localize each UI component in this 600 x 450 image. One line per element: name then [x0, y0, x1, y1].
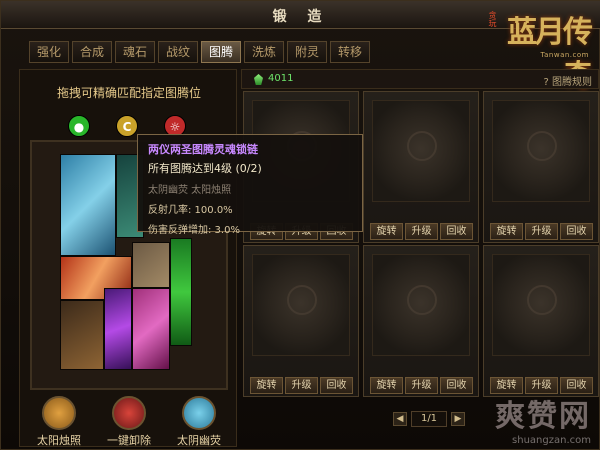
earth-totem-piece[interactable] [132, 242, 170, 288]
magenta-totem-piece[interactable] [132, 288, 170, 370]
recycle-button[interactable]: 回收 [440, 223, 473, 240]
tab-zhanwen[interactable]: 战纹 [158, 41, 198, 63]
crystal-count: 4011 [268, 73, 294, 84]
blue-totem-piece[interactable] [60, 154, 116, 256]
logo-url: Tanwan.com [540, 51, 589, 59]
rotate-button[interactable]: 旋转 [250, 377, 283, 394]
tab-zhuanyi[interactable]: 转移 [330, 41, 370, 63]
tab-qianghua[interactable]: 强化 [29, 41, 69, 63]
tooltip-requirement: 所有图腾达到4级 (0/2) [148, 162, 262, 175]
tab-bar: 强化 合成 魂石 战纹 图腾 洗炼 附灵 转移 [29, 41, 370, 63]
purple-totem-piece[interactable] [104, 288, 132, 370]
forge-window: 锻 造 贪玩 蓝月传奇 Tanwan.com 强化 合成 魂石 战纹 图腾 洗炼… [0, 0, 600, 450]
tooltip-stat-reflect: 反射几率: 100.0% [148, 205, 233, 216]
recycle-button[interactable]: 回收 [320, 377, 353, 394]
watermark-title: 爽赞网 [495, 399, 591, 434]
rotate-button[interactable]: 旋转 [490, 223, 523, 240]
tooltip-stat-damage: 伤害反弹增加: 3.0% [148, 225, 240, 236]
tab-hecheng[interactable]: 合成 [72, 41, 112, 63]
totem-slot[interactable]: 旋转 升级 回收 [363, 91, 479, 243]
remove-all-button[interactable]: 一键卸除 [102, 396, 156, 448]
pager: ◀ 1/1 ▶ [393, 411, 465, 427]
tab-xilian[interactable]: 洗炼 [244, 41, 284, 63]
resource-bar: 4011 ? 图腾规则 [241, 69, 599, 89]
sun-icon [42, 396, 76, 430]
skull-icon [407, 131, 437, 161]
skull-icon [527, 131, 557, 161]
crystal-icon [254, 74, 263, 85]
green-totem-piece[interactable] [170, 238, 192, 346]
tab-tuteng[interactable]: 图腾 [201, 41, 241, 63]
tooltip-title: 两仪两圣图腾灵魂锁链 [148, 143, 258, 156]
next-page-button[interactable]: ▶ [451, 412, 465, 426]
upgrade-button[interactable]: 升级 [285, 377, 318, 394]
totem-board-panel: 拖拽可精确匹配指定图腾位 ● C ☼ 太阳烛照 一键卸除 太阴幽荧 [19, 69, 237, 447]
recycle-button[interactable]: 回收 [560, 223, 593, 240]
totem-slot-art [492, 100, 590, 202]
totem-slot-art [252, 254, 350, 356]
upgrade-button[interactable]: 升级 [405, 377, 438, 394]
sun-totem-label: 太阳烛照 [37, 434, 81, 447]
sun-totem-button[interactable]: 太阳烛照 [32, 396, 86, 448]
moon-totem-button[interactable]: 太阴幽荧 [172, 396, 226, 448]
moon-icon [182, 396, 216, 430]
totem-slot[interactable]: 旋转 升级 回收 [483, 91, 599, 243]
page-indicator: 1/1 [411, 411, 447, 427]
bronze-totem-piece[interactable] [60, 300, 104, 370]
green-gem-icon[interactable]: ● [68, 115, 90, 137]
tab-hunshi[interactable]: 魂石 [115, 41, 155, 63]
tab-fuling[interactable]: 附灵 [287, 41, 327, 63]
skull-icon [407, 285, 437, 315]
moon-totem-label: 太阴幽荧 [177, 434, 221, 447]
totem-set-tooltip: 两仪两圣图腾灵魂锁链 所有图腾达到4级 (0/2) 太阴幽荧 太阳烛照 反射几率… [137, 134, 363, 236]
prev-page-button[interactable]: ◀ [393, 412, 407, 426]
skull-icon [527, 285, 557, 315]
totem-slot-art [372, 100, 470, 202]
logo-prefix: 贪玩 [488, 11, 497, 27]
totem-slot[interactable]: 旋转 升级 回收 [363, 245, 479, 397]
gold-gem-icon[interactable]: C [116, 115, 138, 137]
rotate-button[interactable]: 旋转 [370, 377, 403, 394]
remove-all-label: 一键卸除 [107, 434, 151, 447]
totem-slot-art [492, 254, 590, 356]
totem-slot[interactable]: 旋转 升级 回收 [243, 245, 359, 397]
game-logo: 贪玩 蓝月传奇 Tanwan.com [487, 7, 593, 94]
watermark: 爽赞网 shuangzan.com [495, 391, 591, 446]
upgrade-button[interactable]: 升级 [525, 223, 558, 240]
totem-slot-art [372, 254, 470, 356]
tooltip-items: 太阴幽荧 太阳烛照 [148, 185, 232, 196]
skull-icon [287, 285, 317, 315]
watermark-url: shuangzan.com [512, 435, 591, 446]
totem-slot[interactable]: 旋转 升级 回收 [483, 245, 599, 397]
rotate-button[interactable]: 旋转 [370, 223, 403, 240]
drag-hint: 拖拽可精确匹配指定图腾位 [56, 86, 201, 100]
totem-rules-link[interactable]: ? 图腾规则 [544, 73, 593, 88]
remove-all-icon [112, 396, 146, 430]
recycle-button[interactable]: 回收 [440, 377, 473, 394]
upgrade-button[interactable]: 升级 [405, 223, 438, 240]
